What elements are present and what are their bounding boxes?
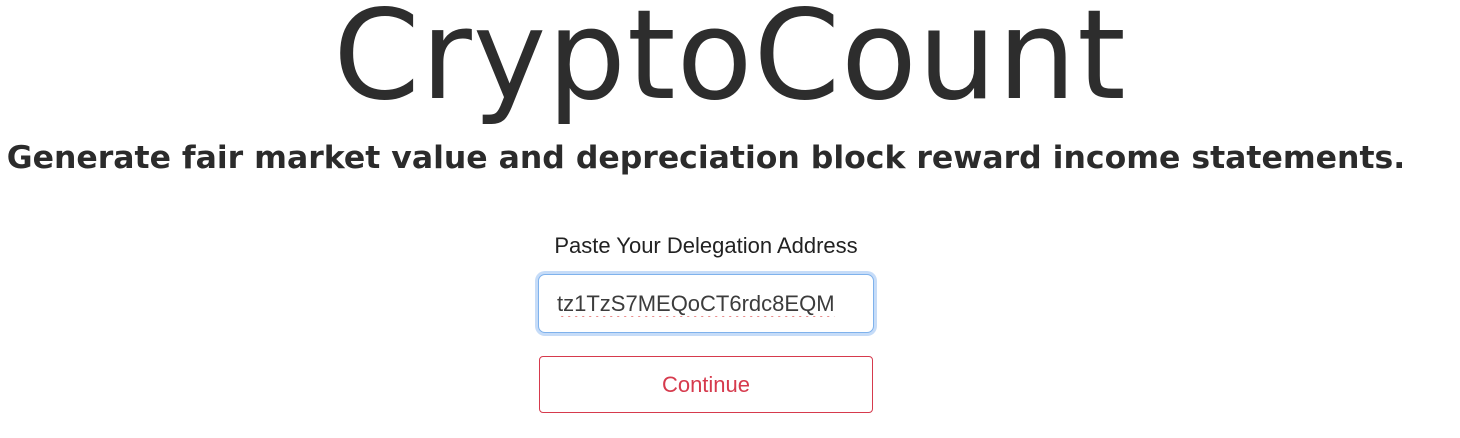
tagline: Generate fair market value and depreciat… bbox=[6, 140, 1406, 176]
delegation-address-label: Paste Your Delegation Address bbox=[554, 233, 858, 258]
continue-button[interactable]: Continue bbox=[539, 356, 873, 413]
landing-page: CryptoCount Generate fair market value a… bbox=[0, 0, 1460, 438]
delegation-address-input[interactable] bbox=[538, 274, 874, 333]
brand-title: CryptoCount bbox=[333, 0, 1127, 128]
